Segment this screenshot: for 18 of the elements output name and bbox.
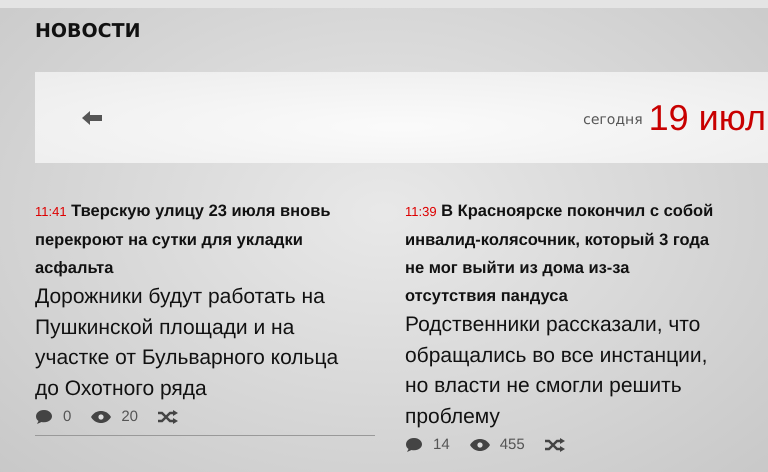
news-summary: Родственники рассказали, что обращались во все инстанции, но власти не смогли решить проблему	[405, 312, 708, 430]
news-summary: Дорожники будут работать на Пушкинской площади и на участке от Бульварного кольца до Охотного ряда	[35, 284, 340, 402]
eye-icon	[470, 438, 490, 450]
view-count: 455	[500, 436, 525, 453]
news-headline[interactable]: 11:41 Тверскую улицу 23 июля вновь перекроют на сутки для укладки асфальта	[35, 197, 350, 282]
back-arrow-icon[interactable]	[82, 110, 102, 124]
shuffle-icon[interactable]	[544, 438, 565, 452]
today-label: сегодня	[583, 112, 643, 128]
comment-count: 0	[63, 408, 72, 425]
section-title: НОВОСТИ	[35, 19, 142, 44]
shuffle-icon[interactable]	[158, 410, 178, 424]
news-headline[interactable]: 11:39 В Красноярске покончил с собой инвалид-колясочник, который 3 года не мог выйти из дома из-за отсутствия пандуса	[405, 197, 720, 310]
view-count: 20	[121, 408, 138, 425]
comment-icon	[405, 436, 423, 452]
comment-count: 14	[433, 436, 450, 453]
comment-icon	[35, 408, 53, 424]
eye-icon	[91, 410, 112, 422]
current-date: 19 июл	[648, 96, 766, 138]
